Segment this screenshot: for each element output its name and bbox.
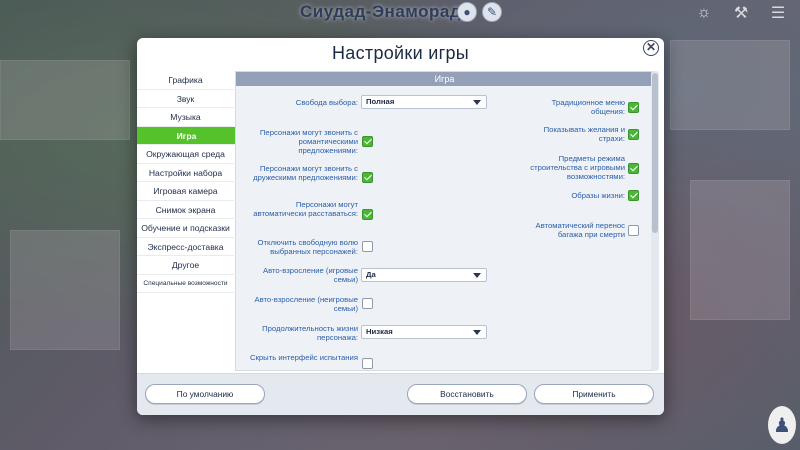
person-icon[interactable]: ♟	[768, 406, 796, 444]
auto-breakup-label: Персонажи могут автоматически расставать…	[253, 200, 358, 218]
sidebar-item-sound[interactable]: Звук	[137, 90, 234, 108]
sidebar-item-screenshot[interactable]: Снимок экрана	[137, 201, 234, 219]
scrollbar-thumb[interactable]	[652, 73, 658, 233]
settings-content: Игра Свобода выбора: Полная Персонажи мо…	[235, 71, 654, 371]
chevron-down-icon	[473, 100, 481, 105]
background-buildings	[10, 230, 120, 350]
build-items-label: Предметы режима строительства с игровыми…	[530, 154, 625, 181]
romantic-calls-label: Персонажи могут звонить с романтическими…	[259, 128, 358, 155]
life-images-checkbox[interactable]	[628, 190, 639, 201]
auto-luggage-label: Автоматический перенос багажа при смерти	[535, 221, 625, 239]
free-will-dropdown[interactable]: Полная	[361, 95, 487, 109]
section-header: Игра	[236, 72, 653, 86]
friendly-calls-checkbox[interactable]	[362, 172, 373, 183]
defaults-button[interactable]: По умолчанию	[145, 384, 265, 404]
auto-breakup-checkbox[interactable]	[362, 209, 373, 220]
wants-fears-checkbox[interactable]	[628, 129, 639, 140]
dialog-footer: По умолчанию Восстановить Применить	[137, 373, 664, 415]
apply-button[interactable]: Применить	[534, 384, 654, 404]
friendly-calls-label: Персонажи могут звонить с дружескими пре…	[253, 164, 358, 182]
settings-scrollbar[interactable]	[651, 71, 659, 371]
location-pin-icon[interactable]: ●	[457, 2, 477, 22]
hide-test-ui-checkbox[interactable]	[362, 358, 373, 369]
free-will-value: Полная	[366, 97, 395, 106]
background-hill	[0, 60, 130, 140]
classic-menu-label: Традиционное меню общения:	[551, 98, 625, 116]
sidebar-item-camera[interactable]: Игровая камера	[137, 182, 234, 201]
sidebar-item-gameplay[interactable]: Игра	[137, 126, 236, 145]
auto-aging-played-value: Да	[366, 270, 376, 279]
background-buildings	[690, 180, 790, 320]
build-items-checkbox[interactable]	[628, 163, 639, 174]
paint-brush-icon[interactable]: ✎	[482, 2, 502, 22]
sidebar-item-build-settings[interactable]: Настройки набора	[137, 164, 234, 182]
chevron-down-icon	[473, 273, 481, 278]
sidebar-item-music[interactable]: Музыка	[137, 108, 234, 127]
classic-menu-checkbox[interactable]	[628, 102, 639, 113]
close-icon[interactable]: ✕	[643, 40, 659, 56]
wants-fears-label: Показывать желания и страхи:	[543, 125, 625, 143]
auto-aging-unplayed-label: Авто-взросление (неигровые семьи)	[254, 295, 358, 313]
auto-aging-played-label: Авто-взросление (игровые семьи)	[262, 266, 358, 284]
world-title: Сиудад-Энаморада	[300, 2, 472, 21]
auto-luggage-checkbox[interactable]	[628, 225, 639, 236]
sidebar-item-accessibility[interactable]: Специальные возможности	[137, 275, 234, 293]
chevron-down-icon	[473, 330, 481, 335]
lifespan-label: Продолжительность жизни персонажа:	[262, 324, 358, 342]
romantic-calls-checkbox[interactable]	[362, 136, 373, 147]
lightbulb-icon[interactable]: ☼	[690, 0, 718, 26]
lifespan-dropdown[interactable]: Низкая	[361, 325, 487, 339]
sidebar-item-delivery[interactable]: Экспресс-доставка	[137, 238, 234, 256]
disable-free-will-label: Отключить свободную волю выбранных персо…	[257, 238, 358, 256]
sidebar-item-graphics[interactable]: Графика	[137, 71, 234, 90]
sidebar-item-other[interactable]: Другое	[137, 256, 234, 275]
dialog-title: Настройки игры	[331, 43, 470, 63]
tool-icon[interactable]: ⚒	[727, 0, 755, 26]
restore-button[interactable]: Восстановить	[407, 384, 527, 404]
life-images-label: Образы жизни:	[571, 191, 625, 200]
hide-test-ui-label: Скрыть интерфейс испытания	[249, 353, 358, 362]
settings-sidebar: Графика Звук Музыка Игра Окружающая сред…	[137, 71, 236, 293]
sidebar-item-environment[interactable]: Окружающая среда	[137, 145, 234, 164]
free-will-label: Свобода выбора:	[295, 98, 358, 107]
menu-icon[interactable]: ☰	[764, 0, 792, 26]
sidebar-item-tutorial[interactable]: Обучение и подсказки	[137, 219, 234, 238]
disable-free-will-checkbox[interactable]	[362, 241, 373, 252]
game-settings-dialog: Настройки игры ✕ Графика Звук Музыка Игр…	[137, 38, 664, 415]
auto-aging-unplayed-checkbox[interactable]	[362, 298, 373, 309]
auto-aging-played-dropdown[interactable]: Да	[361, 268, 487, 282]
lifespan-value: Низкая	[366, 327, 393, 336]
background-buildings	[670, 40, 790, 130]
